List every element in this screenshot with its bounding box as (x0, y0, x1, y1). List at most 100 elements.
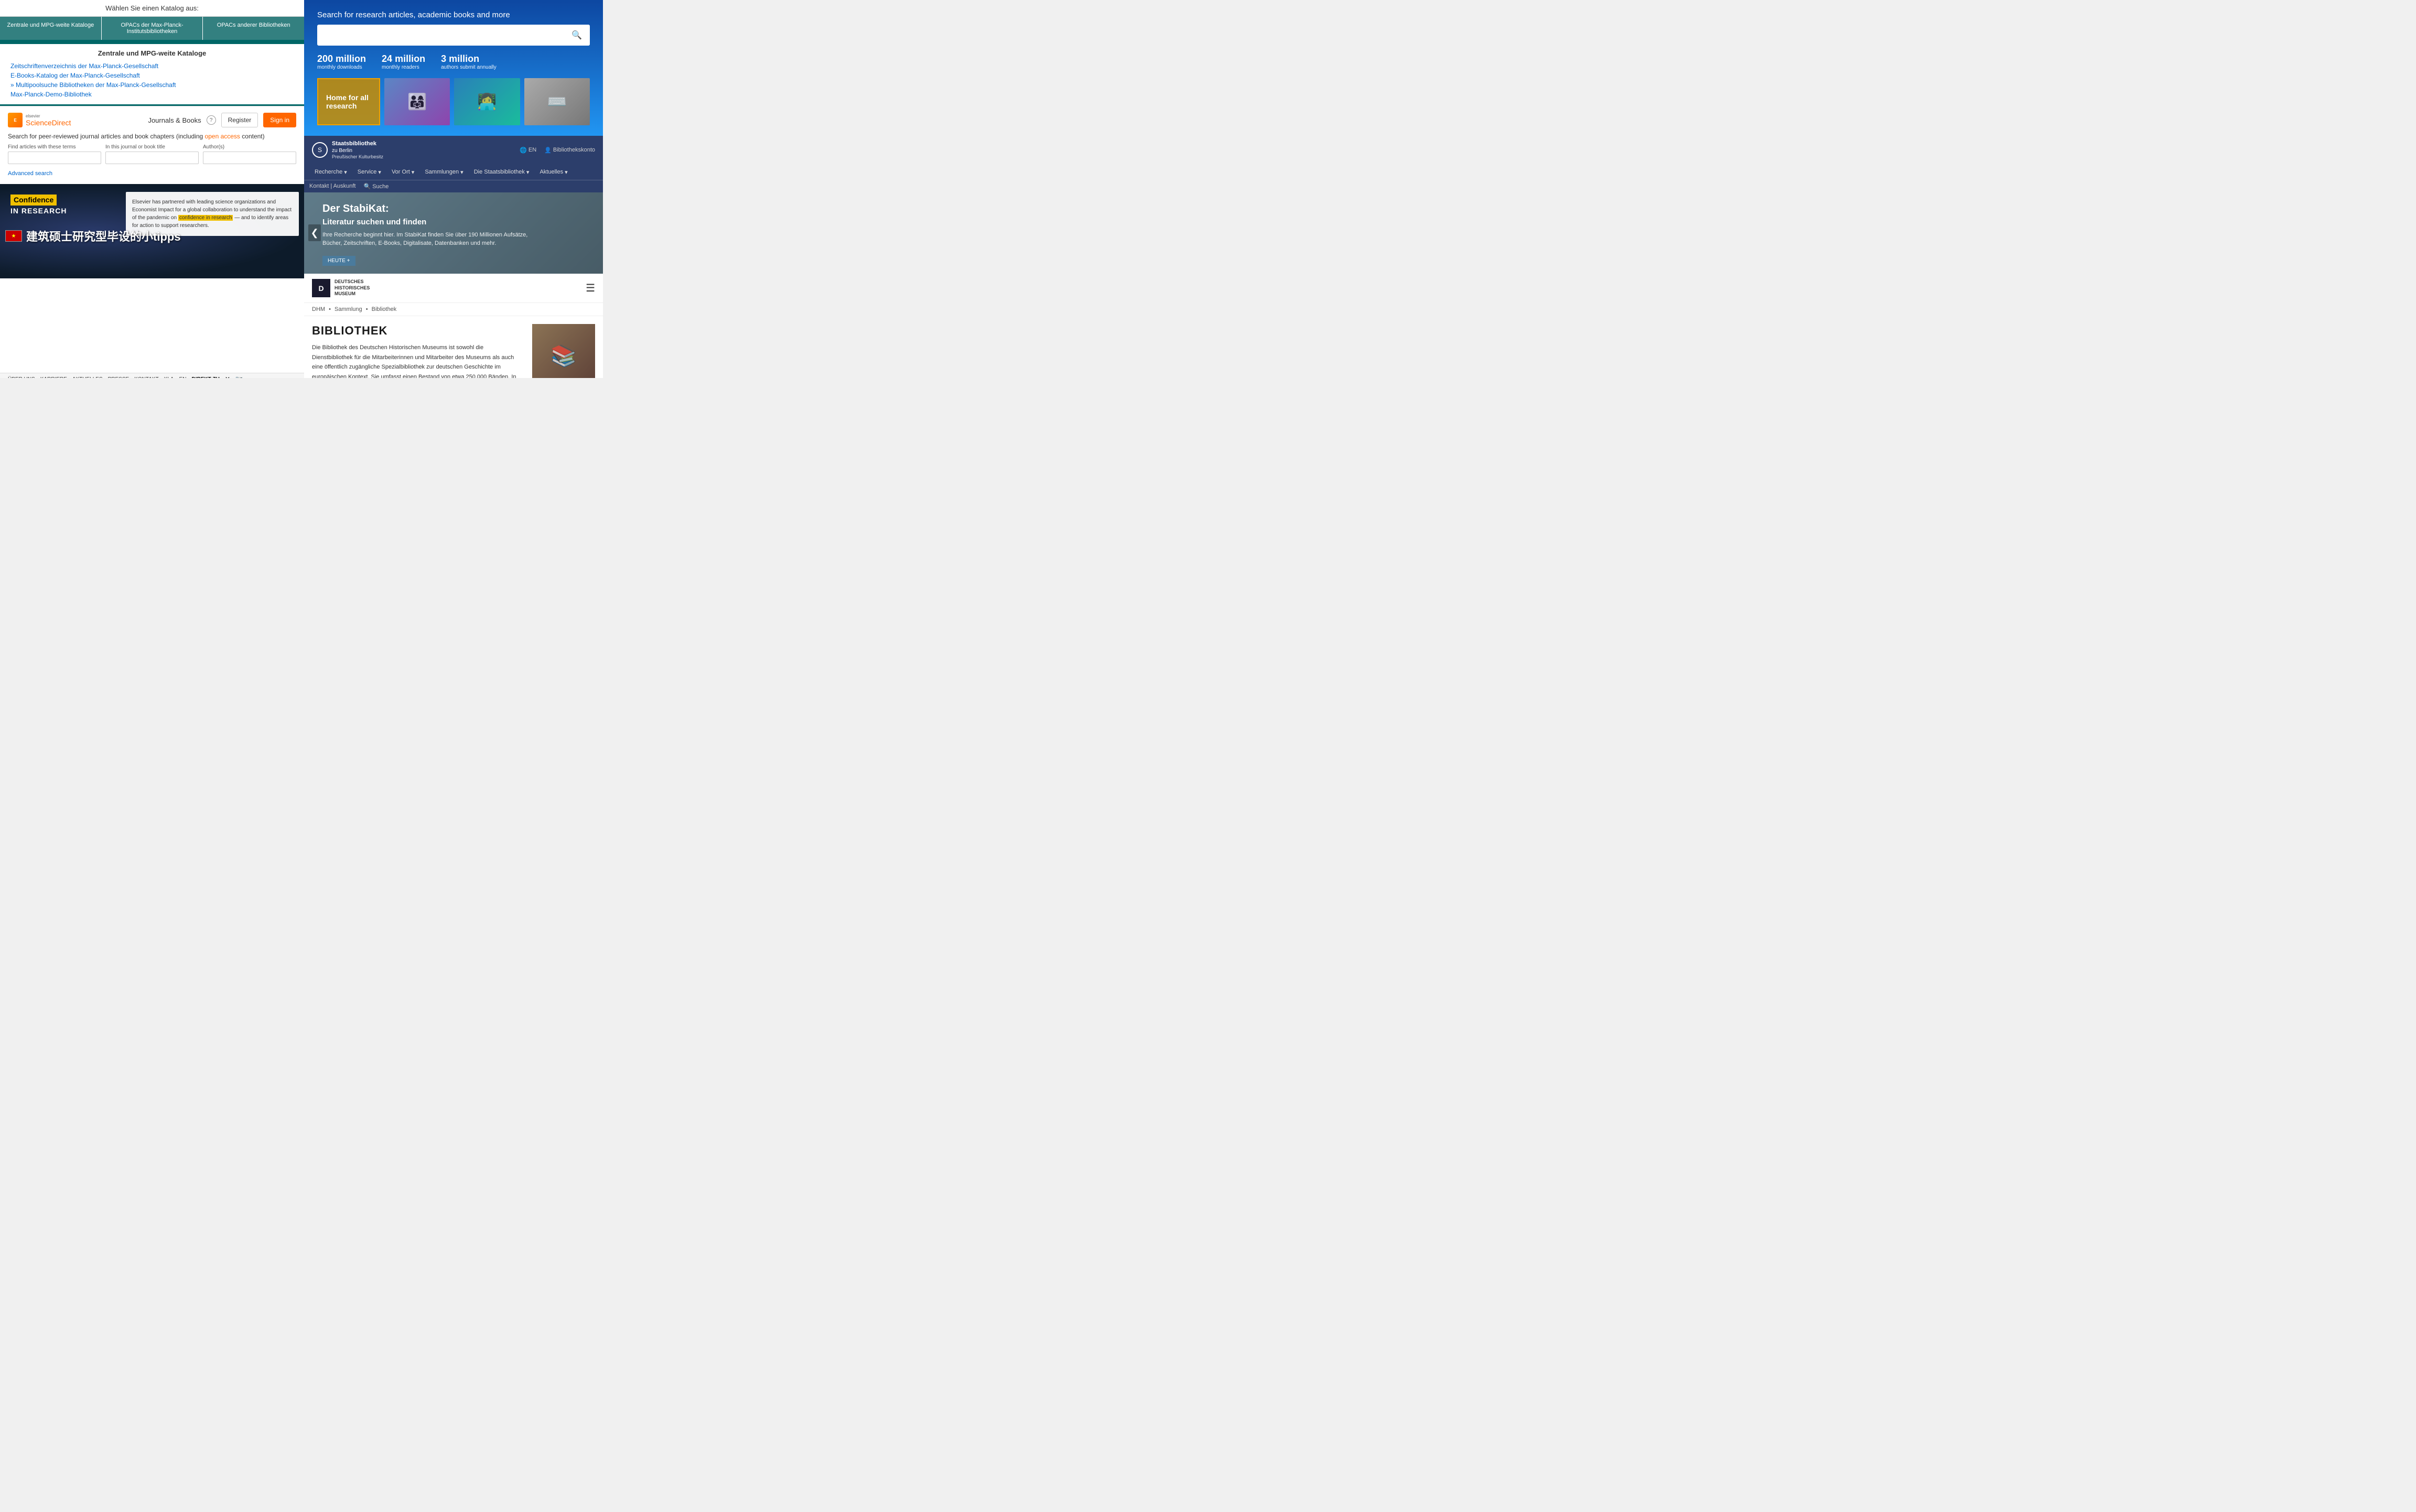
stabi-nav-vor-ort[interactable]: Vor Ort ▾ (386, 165, 419, 180)
dhm-library-image-icon: 📚 (551, 343, 577, 368)
stabi-lang-en[interactable]: 🌐 EN (520, 147, 536, 154)
stabikat-subtitle: Literatur suchen und finden (322, 218, 592, 226)
springer-hero-image-1: 👨‍👩‍👧 (384, 78, 450, 125)
scidir-field-journal-input[interactable] (105, 152, 199, 164)
stabi-logo-area: S Staatsbibliothek zu Berlin Preußischer… (312, 140, 383, 160)
confidence-highlight: confidence in research (178, 215, 233, 221)
stabi-nav-staatsbibliothek[interactable]: Die Staatsbibliothek ▾ (469, 165, 535, 180)
scidir-advanced-search-link[interactable]: Advanced search (8, 170, 52, 177)
scidir-header: E elsevier ScienceDirect Journals & Book… (8, 113, 296, 127)
scidir-signin-button[interactable]: Sign in (263, 113, 296, 127)
bundesarchiv-social-instagram[interactable]: 📷 (235, 375, 243, 378)
bundesarchiv-kla[interactable]: KLA (164, 376, 174, 379)
stabikat-content: Der StabiKat: Literatur suchen und finde… (304, 192, 603, 274)
stabi-nav-aktuelles[interactable]: Aktuelles ▾ (534, 165, 573, 180)
confidence-logo-sub: IN RESEARCH (10, 207, 67, 215)
scidir-section: E elsevier ScienceDirect Journals & Book… (0, 106, 304, 184)
dhm-menu-icon[interactable]: ☰ (586, 282, 595, 295)
springer-search-button[interactable]: 🔍 (564, 25, 590, 46)
dhm-library-image: 📚 (532, 324, 595, 378)
scidir-name: ScienceDirect (26, 118, 71, 127)
stabi-top-actions: 🌐 EN 👤 Bibliothekskonto (520, 147, 595, 154)
mpg-link-ebooks[interactable]: E-Books-Katalog der Max-Planck-Gesellsch… (10, 71, 294, 80)
stabi-top-bar: S Staatsbibliothek zu Berlin Preußischer… (304, 136, 603, 165)
scidir-field-journal-label: In this journal or book title (105, 144, 199, 150)
springer-search-container: Search for research articles, academic b… (317, 10, 590, 46)
bundesarchiv-aktuelles[interactable]: AKTUELLES (72, 376, 103, 379)
dhm-breadcrumb-bibliothek[interactable]: Bibliothek (372, 306, 397, 312)
dhm-logo-text: DEUTSCHESHISTORISCHESMUSEUM (335, 279, 370, 297)
dhm-section: D DEUTSCHESHISTORISCHESMUSEUM ☰ DHM • Sa… (304, 274, 603, 378)
springer-search-input[interactable] (317, 26, 564, 45)
bundesarchiv-karriere[interactable]: KARRIERE (40, 376, 67, 379)
scidir-search-desc: Search for peer-reviewed journal article… (8, 133, 296, 140)
springer-stat-downloads: 200 million monthly downloads (317, 53, 366, 70)
springer-downloads-num: 200 million (317, 53, 366, 64)
springer-hero-text-box: Home for all research (317, 78, 380, 125)
bundesarchiv-section: ÜBER UNS KARRIERE AKTUELLES PRESSE KONTA… (0, 373, 304, 378)
mpg-tab-opacs-other[interactable]: OPACs anderer Bibliotheken (203, 17, 304, 40)
mpg-link-multipoolsuche[interactable]: Multipoolsuche Bibliotheken der Max-Plan… (10, 80, 294, 90)
springer-downloads-label: monthly downloads (317, 64, 366, 70)
stabikat-heute-button[interactable]: HEUTE + (322, 256, 355, 266)
mpg-link-demo[interactable]: Max-Planck-Demo-Bibliothek (10, 90, 294, 99)
mpg-katalog-title: Zentrale und MPG-weite Kataloge (10, 49, 294, 57)
scidir-register-button[interactable]: Register (221, 113, 258, 127)
dhm-logo-area: D DEUTSCHESHISTORISCHESMUSEUM (312, 279, 370, 297)
stabi-nav-sammlungen[interactable]: Sammlungen ▾ (419, 165, 468, 180)
bundesarchiv-top-bar: ÜBER UNS KARRIERE AKTUELLES PRESSE KONTA… (0, 373, 304, 378)
stabikat-desc: Ihre Recherche beginnt hier. Im StabiKat… (322, 231, 532, 248)
mpg-katalog-section: Zentrale und MPG-weite Kataloge Zeitschr… (0, 44, 304, 104)
stabi-nav-recherche[interactable]: Recherche ▾ (309, 165, 352, 180)
dhm-logo-icon: D (312, 279, 330, 297)
bundesarchiv-social-x[interactable]: ✕ (225, 375, 230, 378)
scidir-field-terms-input[interactable] (8, 152, 101, 164)
dhm-breadcrumb-sammlung[interactable]: Sammlung (335, 306, 362, 312)
dhm-page-title: BIBLIOTHEK (312, 324, 524, 338)
scidir-logo: E elsevier ScienceDirect (8, 113, 71, 127)
dhm-header: D DEUTSCHESHISTORISCHESMUSEUM ☰ (304, 274, 603, 303)
scidir-field-terms: Find articles with these terms (8, 144, 101, 164)
springer-search-title: Search for research articles, academic b… (317, 10, 590, 19)
stabi-nav-kontakt[interactable]: Kontakt | Auskunft (309, 183, 355, 190)
stabikat-prev-chevron[interactable]: ❮ (308, 224, 321, 241)
scidir-field-author: Author(s) (203, 144, 296, 164)
mpg-tab-opacs-max[interactable]: OPACs der Max-Planck-Institutsbibliothek… (102, 17, 203, 40)
dhm-page-desc: Die Bibliothek des Deutschen Historische… (312, 343, 524, 378)
bundesarchiv-kontakt[interactable]: KONTAKT (134, 376, 158, 379)
springer-authors-label: authors submit annually (441, 64, 497, 70)
elsevier-label: elsevier (26, 114, 71, 118)
springer-hero-image-2: 👩‍💻 (454, 78, 520, 125)
bundesarchiv-direkt-zu[interactable]: DIREKT ZU (192, 376, 220, 379)
mpg-link-zeitschriften[interactable]: Zeitschriftenverzeichnis der Max-Planck-… (10, 61, 294, 71)
stabi-nav-sub: Kontakt | Auskunft 🔍 Suche (304, 180, 603, 192)
scidir-help-icon[interactable]: ? (207, 115, 216, 125)
scidir-field-author-label: Author(s) (203, 144, 296, 150)
stabi-nav-suche[interactable]: 🔍 Suche (363, 183, 389, 190)
confidence-section: Confidence IN RESEARCH Elsevier has part… (0, 184, 304, 278)
springer-hero-image-3: ⌨️ (524, 78, 590, 125)
scidir-journals-books-link[interactable]: Journals & Books (148, 116, 201, 124)
stabikat-title: Der StabiKat: (322, 203, 592, 215)
springer-stat-readers: 24 million monthly readers (382, 53, 425, 70)
dhm-breadcrumb-sep2: • (366, 306, 370, 312)
confidence-logo-text: Confidence (10, 195, 57, 206)
scidir-fields: Find articles with these terms In this j… (8, 144, 296, 164)
dhm-breadcrumb-dhm[interactable]: DHM (312, 306, 325, 312)
confidence-box: Elsevier has partnered with leading scie… (126, 192, 299, 236)
confidence-logo: Confidence IN RESEARCH (10, 195, 67, 215)
bundesarchiv-en[interactable]: EN (179, 376, 187, 379)
springer-hero: Home for all research 👨‍👩‍👧 👩‍💻 ⌨️ (317, 78, 590, 125)
springer-section: Search for research articles, academic b… (304, 0, 603, 136)
bundesarchiv-presse[interactable]: PRESSE (108, 376, 130, 379)
dhm-text-area: BIBLIOTHEK Die Bibliothek des Deutschen … (312, 324, 524, 378)
bundesarchiv-ueber-uns[interactable]: ÜBER UNS (8, 376, 35, 379)
stabi-nav-service[interactable]: Service ▾ (352, 165, 386, 180)
mpg-tab-zentrale[interactable]: Zentrale und MPG-weite Kataloge (0, 17, 102, 40)
dhm-breadcrumb-sep1: • (329, 306, 332, 312)
springer-search-bar: 🔍 (317, 25, 590, 46)
scidir-open-access-link[interactable]: open access (205, 133, 240, 140)
scidir-field-author-input[interactable] (203, 152, 296, 164)
stabi-konto-link[interactable]: 👤 Bibliothekskonto (544, 147, 595, 154)
mpg-header: Wählen Sie einen Katalog aus: (0, 0, 304, 17)
